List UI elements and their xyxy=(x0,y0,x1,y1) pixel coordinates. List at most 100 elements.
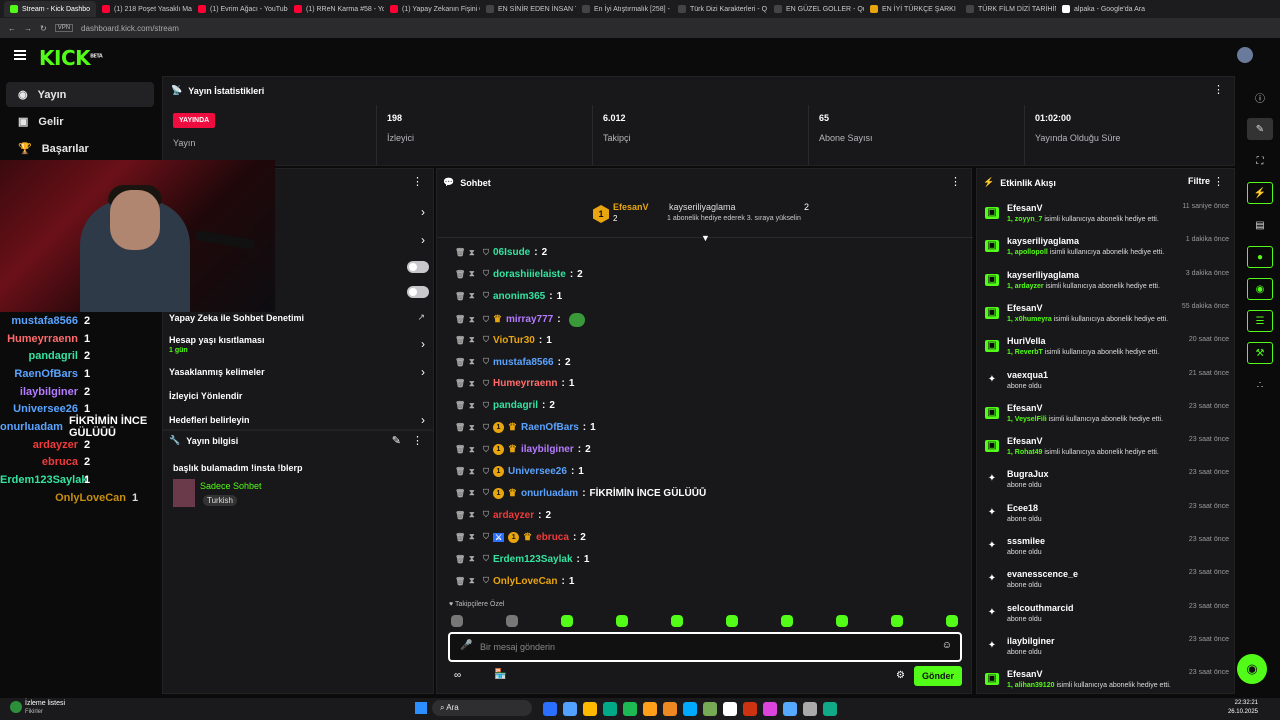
activity-menu-icon[interactable]: ⋮ xyxy=(1213,175,1224,188)
timeout-icon[interactable]: ⧗ xyxy=(469,423,479,433)
activity-username[interactable]: kayseriliyaglama xyxy=(1007,236,1079,246)
chat-username[interactable]: Erdem123Saylak xyxy=(493,554,573,565)
kick-logo[interactable]: KICKBETA xyxy=(39,46,103,70)
activity-recipient[interactable]: ardayzer xyxy=(1015,283,1044,290)
activity-item[interactable]: ✦ Ecee18 23 saat önce abone oldu xyxy=(985,503,1229,533)
activity-item[interactable]: ✦ sssmilee 23 saat önce abone oldu xyxy=(985,536,1229,566)
timeout-icon[interactable]: ⧗ xyxy=(469,467,479,477)
taskbar-search[interactable]: ⌕ Ara xyxy=(432,700,532,716)
pinned-recipient[interactable]: kayseriliyaglama xyxy=(669,202,736,212)
chart-icon[interactable]: ↗ xyxy=(417,312,425,323)
collapse-icon[interactable]: ▼ xyxy=(701,233,710,243)
forward-icon[interactable]: → xyxy=(24,24,32,33)
taskbar-app-icon[interactable] xyxy=(563,702,577,716)
chat-username[interactable]: 06Isude xyxy=(493,247,530,258)
emote-icon[interactable] xyxy=(671,615,683,627)
browser-tab[interactable]: En İyi Atıştırmalık [258] - xyxy=(576,1,672,17)
activity-recipient[interactable]: x0humeyra xyxy=(1015,316,1052,323)
chevron-right-icon[interactable]: › xyxy=(421,233,425,247)
activity-item[interactable]: ▣ kayseriliyaglama 3 dakika önce 1, ardayze… xyxy=(985,270,1229,300)
activity-recipient[interactable]: VeyselFili xyxy=(1015,416,1047,423)
activity-username[interactable]: Ecee18 xyxy=(1007,503,1038,513)
taskbar-app-icon[interactable] xyxy=(543,702,557,716)
send-button[interactable]: Gönder xyxy=(914,666,962,686)
delete-icon[interactable]: 🗑 xyxy=(455,577,465,586)
emote-icon[interactable] xyxy=(946,615,958,627)
activity-recipient[interactable]: alihan39120 xyxy=(1015,682,1055,689)
browser-tab[interactable]: Stream - Kick Dashbo xyxy=(4,1,96,17)
info-icon[interactable]: ⓘ xyxy=(1247,86,1273,108)
setting-redirect[interactable]: İzleyici Yönlendir xyxy=(169,391,242,401)
reload-icon[interactable]: ↻ xyxy=(40,24,47,33)
activity-username[interactable]: EfesanV xyxy=(1007,436,1043,446)
hamburger-menu-icon[interactable] xyxy=(14,50,26,60)
timeout-icon[interactable]: ⧗ xyxy=(469,291,479,301)
toggle-switch[interactable] xyxy=(407,261,429,273)
activity-username[interactable]: EfesanV xyxy=(1007,403,1043,413)
browser-tab[interactable]: EN SİNİR EDEN İNSAN Tİ xyxy=(480,1,576,17)
activity-item[interactable]: ✦ vaexqua1 21 saat önce abone oldu xyxy=(985,370,1229,400)
taskbar-app-icon[interactable] xyxy=(803,702,817,716)
browser-tab[interactable]: alpaka - Google'da Ara xyxy=(1056,1,1152,17)
apps-icon[interactable]: ∴ xyxy=(1247,374,1273,396)
delete-icon[interactable]: 🗑 xyxy=(455,555,465,564)
taskbar-app-icon[interactable] xyxy=(723,702,737,716)
activity-recipient[interactable]: zoyyn_7 xyxy=(1015,216,1043,223)
timeout-icon[interactable]: ⧗ xyxy=(469,488,479,498)
delete-icon[interactable]: 🗑 xyxy=(455,489,465,498)
delete-icon[interactable]: 🗑 xyxy=(455,292,465,301)
timeout-icon[interactable]: ⧗ xyxy=(469,445,479,455)
delete-icon[interactable]: 🗑 xyxy=(455,445,465,454)
chat-username[interactable]: Universee26 xyxy=(508,466,567,477)
chat-username[interactable]: mustafa8566 xyxy=(493,357,554,368)
settings-menu-icon[interactable]: ⋮ xyxy=(412,175,423,188)
setting-banned-words[interactable]: Yasaklanmış kelimeler xyxy=(169,367,265,377)
back-icon[interactable]: ← xyxy=(8,24,16,33)
windows-start-icon[interactable] xyxy=(415,702,427,714)
chat-username[interactable]: mirray777 xyxy=(506,314,553,325)
emoji-icon[interactable]: ☺ xyxy=(942,640,952,651)
delete-icon[interactable]: 🗑 xyxy=(455,467,465,476)
stats-menu-icon[interactable]: ⋮ xyxy=(1213,83,1224,96)
avatar[interactable] xyxy=(1237,47,1253,63)
chat-username[interactable]: pandagril xyxy=(493,400,538,411)
activity-username[interactable]: EfesanV xyxy=(1007,669,1043,679)
broadcast-icon[interactable]: ◉ xyxy=(1247,278,1273,300)
emote-icon[interactable] xyxy=(891,615,903,627)
chat-username[interactable]: anonim365 xyxy=(493,291,545,302)
chevron-right-icon[interactable]: › xyxy=(421,365,425,379)
toggle-switch[interactable] xyxy=(407,286,429,298)
activity-item[interactable]: ✦ selcouthmarcid 23 saat önce abone oldu xyxy=(985,603,1229,633)
emote-icon[interactable] xyxy=(781,615,793,627)
delete-icon[interactable]: 🗑 xyxy=(455,511,465,520)
emote-icon[interactable] xyxy=(726,615,738,627)
delete-icon[interactable]: 🗑 xyxy=(455,533,465,542)
sidebar-item-2[interactable]: 🏆 Başarılar xyxy=(6,136,154,161)
chat-username[interactable]: OnlyLoveCan xyxy=(493,576,557,587)
clock-time[interactable]: 22:32:21 xyxy=(1222,700,1258,706)
timeout-icon[interactable]: ⧗ xyxy=(469,532,479,542)
activity-recipient[interactable]: ReverbT xyxy=(1015,349,1043,356)
browser-tab[interactable]: (1) RReN Karma #58 - Yo xyxy=(288,1,384,17)
chat-username[interactable]: RaenOfBars xyxy=(521,422,579,433)
chat-username[interactable]: ardayzer xyxy=(493,510,534,521)
wrench-icon[interactable]: ⚒ xyxy=(1247,342,1273,364)
taskbar-app-icon[interactable] xyxy=(643,702,657,716)
delete-icon[interactable]: 🗑 xyxy=(455,358,465,367)
watchlist-label[interactable]: İzleme listesi xyxy=(25,700,65,707)
delete-icon[interactable]: 🗑 xyxy=(455,379,465,388)
activity-username[interactable]: HuriVella xyxy=(1007,336,1046,346)
browser-tab[interactable]: TÜRK FİLM DİZİ TARİHİN xyxy=(960,1,1056,17)
activity-recipient[interactable]: apollopoll xyxy=(1015,249,1048,256)
activity-item[interactable]: ▣ EfesanV 23 saat önce 1, Rohat49 isimli ku… xyxy=(985,436,1229,466)
chevron-right-icon[interactable]: › xyxy=(421,205,425,219)
store-icon[interactable]: 🏪 xyxy=(494,669,506,680)
activity-username[interactable]: vaexqua1 xyxy=(1007,370,1048,380)
timeout-icon[interactable]: ⧗ xyxy=(469,357,479,367)
chat-input-placeholder[interactable]: Bir mesaj gönderin xyxy=(480,642,555,652)
sidebar-item-0[interactable]: ◉ Yayın xyxy=(6,82,154,107)
activity-item[interactable]: ▣ HuriVella 20 saat önce 1, ReverbT isimli … xyxy=(985,336,1229,366)
info-menu-icon[interactable]: ⋮ xyxy=(412,434,423,447)
activity-username[interactable]: sssmilee xyxy=(1007,536,1045,546)
sidebar-item-1[interactable]: ▣ Gelir xyxy=(6,109,154,134)
